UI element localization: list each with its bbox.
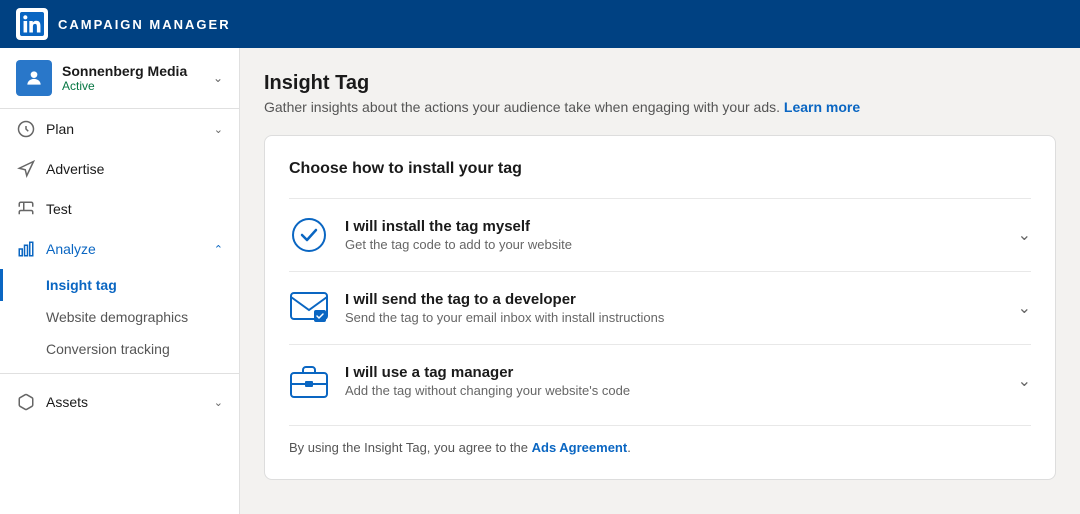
account-avatar — [16, 60, 52, 96]
linkedin-logo — [16, 8, 48, 40]
app-title: CAMPAIGN MANAGER — [58, 17, 231, 32]
sidebar-item-insight-tag[interactable]: Insight tag — [0, 269, 239, 301]
sidebar-item-assets-label: Assets — [46, 394, 88, 410]
account-name: Sonnenberg Media — [62, 63, 213, 79]
page-title: Insight Tag — [264, 72, 1056, 95]
sidebar-item-website-demographics[interactable]: Website demographics — [0, 301, 239, 333]
option-send-developer-chevron: ⌄ — [1018, 298, 1031, 318]
option-install-myself-title: I will install the tag myself — [345, 218, 1006, 235]
analyze-icon — [16, 239, 36, 259]
analyze-chevron-icon: ⌃ — [214, 243, 223, 256]
option-install-myself[interactable]: I will install the tag myself Get the ta… — [289, 198, 1031, 271]
option-send-developer-subtitle: Send the tag to your email inbox with in… — [345, 310, 1006, 325]
sidebar-divider — [0, 373, 239, 374]
ads-agreement-link[interactable]: Ads Agreement — [532, 440, 628, 455]
advertise-icon — [16, 159, 36, 179]
option-send-developer-text: I will send the tag to a developer Send … — [345, 291, 1006, 325]
check-circle-icon — [289, 215, 329, 255]
option-tag-manager-subtitle: Add the tag without changing your websit… — [345, 383, 1006, 398]
card-title: Choose how to install your tag — [289, 160, 1031, 178]
briefcase-icon — [289, 361, 329, 401]
test-icon — [16, 199, 36, 219]
option-tag-manager[interactable]: I will use a tag manager Add the tag wit… — [289, 344, 1031, 417]
option-install-myself-subtitle: Get the tag code to add to your website — [345, 237, 1006, 252]
sidebar: Sonnenberg Media Active ⌄ Plan ⌄ — [0, 48, 240, 514]
footer-text: By using the Insight Tag, you agree to t… — [289, 440, 528, 455]
option-tag-manager-title: I will use a tag manager — [345, 364, 1006, 381]
main-content: Insight Tag Gather insights about the ac… — [240, 48, 1080, 514]
plan-icon — [16, 119, 36, 139]
option-send-developer-title: I will send the tag to a developer — [345, 291, 1006, 308]
account-switcher[interactable]: Sonnenberg Media Active ⌄ — [0, 48, 239, 109]
email-icon — [289, 288, 329, 328]
assets-icon — [16, 392, 36, 412]
sidebar-item-analyze[interactable]: Analyze ⌃ — [0, 229, 239, 269]
option-tag-manager-chevron: ⌄ — [1018, 371, 1031, 391]
sidebar-item-test[interactable]: Test — [0, 189, 239, 229]
option-install-myself-chevron: ⌄ — [1018, 225, 1031, 245]
sidebar-item-insight-tag-label: Insight tag — [46, 277, 117, 293]
learn-more-link[interactable]: Learn more — [784, 99, 860, 115]
card-footer: By using the Insight Tag, you agree to t… — [289, 425, 1031, 455]
install-tag-card: Choose how to install your tag I will in… — [264, 135, 1056, 480]
sidebar-item-conversion-tracking[interactable]: Conversion tracking — [0, 333, 239, 365]
option-tag-manager-text: I will use a tag manager Add the tag wit… — [345, 364, 1006, 398]
page-description-text: Gather insights about the actions your a… — [264, 99, 780, 115]
page-description: Gather insights about the actions your a… — [264, 99, 1056, 115]
main-layout: Sonnenberg Media Active ⌄ Plan ⌄ — [0, 48, 1080, 514]
account-chevron-icon: ⌄ — [213, 71, 223, 85]
sidebar-item-advertise[interactable]: Advertise — [0, 149, 239, 189]
option-send-developer[interactable]: I will send the tag to a developer Send … — [289, 271, 1031, 344]
assets-chevron-icon: ⌄ — [214, 396, 223, 409]
account-info: Sonnenberg Media Active — [62, 63, 213, 93]
sidebar-item-advertise-label: Advertise — [46, 161, 104, 177]
sidebar-item-conversion-tracking-label: Conversion tracking — [46, 341, 170, 357]
sidebar-item-assets[interactable]: Assets ⌄ — [0, 382, 239, 422]
sidebar-item-analyze-label: Analyze — [46, 241, 96, 257]
option-install-myself-text: I will install the tag myself Get the ta… — [345, 218, 1006, 252]
sidebar-item-plan[interactable]: Plan ⌄ — [0, 109, 239, 149]
sidebar-item-website-demographics-label: Website demographics — [46, 309, 188, 325]
top-navigation: CAMPAIGN MANAGER — [0, 0, 1080, 48]
sidebar-item-test-label: Test — [46, 201, 72, 217]
account-status: Active — [62, 79, 213, 93]
page-header: Insight Tag Gather insights about the ac… — [264, 72, 1056, 115]
sidebar-item-plan-label: Plan — [46, 121, 74, 137]
plan-chevron-icon: ⌄ — [214, 123, 223, 136]
footer-period: . — [627, 440, 631, 455]
